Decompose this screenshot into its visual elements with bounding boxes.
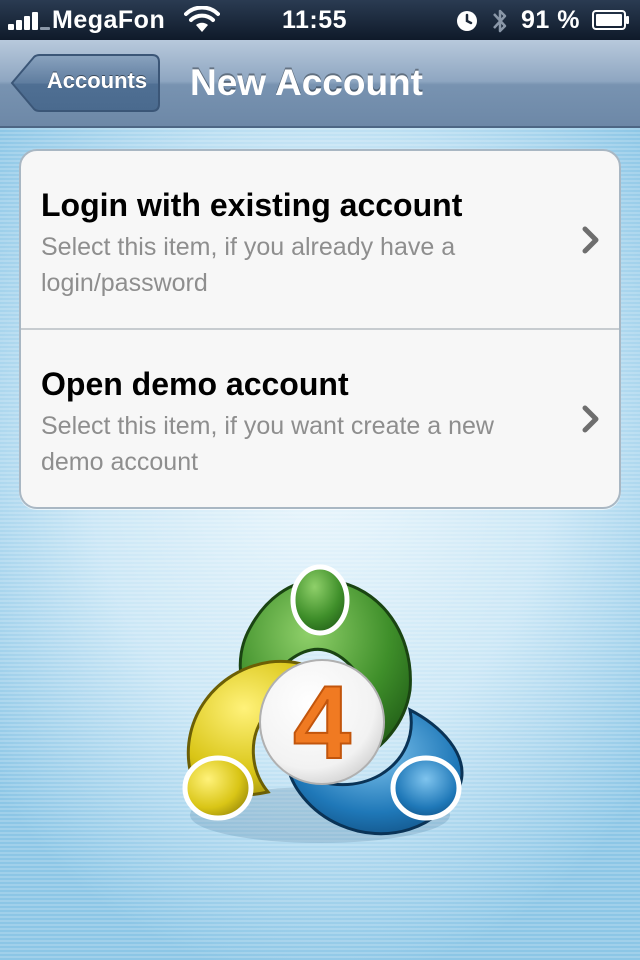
row-title: Login with existing account bbox=[41, 187, 463, 223]
back-button-accounts[interactable]: Accounts bbox=[10, 54, 160, 112]
metatrader4-logo: 4 bbox=[182, 564, 464, 843]
status-time: 11:55 bbox=[282, 6, 348, 34]
login-existing-account-row[interactable]: Login with existing account Select this … bbox=[21, 151, 619, 330]
row-title: Open demo account bbox=[41, 366, 349, 402]
bluetooth-icon bbox=[493, 9, 507, 33]
battery-percent: 91 % bbox=[521, 6, 580, 34]
battery-icon bbox=[592, 10, 629, 30]
logo-digit: 4 bbox=[293, 665, 351, 781]
row-description: Select this item, if you want create a n… bbox=[41, 412, 494, 476]
page-title: New Account bbox=[190, 62, 423, 103]
account-options-list: Login with existing account Select this … bbox=[19, 149, 621, 509]
chevron-right-icon bbox=[582, 405, 599, 433]
alarm-clock-icon bbox=[457, 11, 477, 31]
screen: MegaFon 11:55 91 % Accounts New Account … bbox=[0, 0, 640, 960]
row-description: Select this item, if you already have a … bbox=[41, 233, 456, 297]
back-button-label: Accounts bbox=[46, 68, 148, 93]
signal-icon bbox=[8, 10, 52, 30]
wifi-icon bbox=[184, 6, 220, 32]
chevron-right-icon bbox=[582, 226, 599, 254]
open-demo-account-row[interactable]: Open demo account Select this item, if y… bbox=[21, 330, 619, 507]
navigation-bar: Accounts New Account bbox=[0, 40, 640, 128]
status-bar: MegaFon 11:55 91 % bbox=[0, 0, 640, 40]
carrier-name: MegaFon bbox=[52, 6, 166, 34]
